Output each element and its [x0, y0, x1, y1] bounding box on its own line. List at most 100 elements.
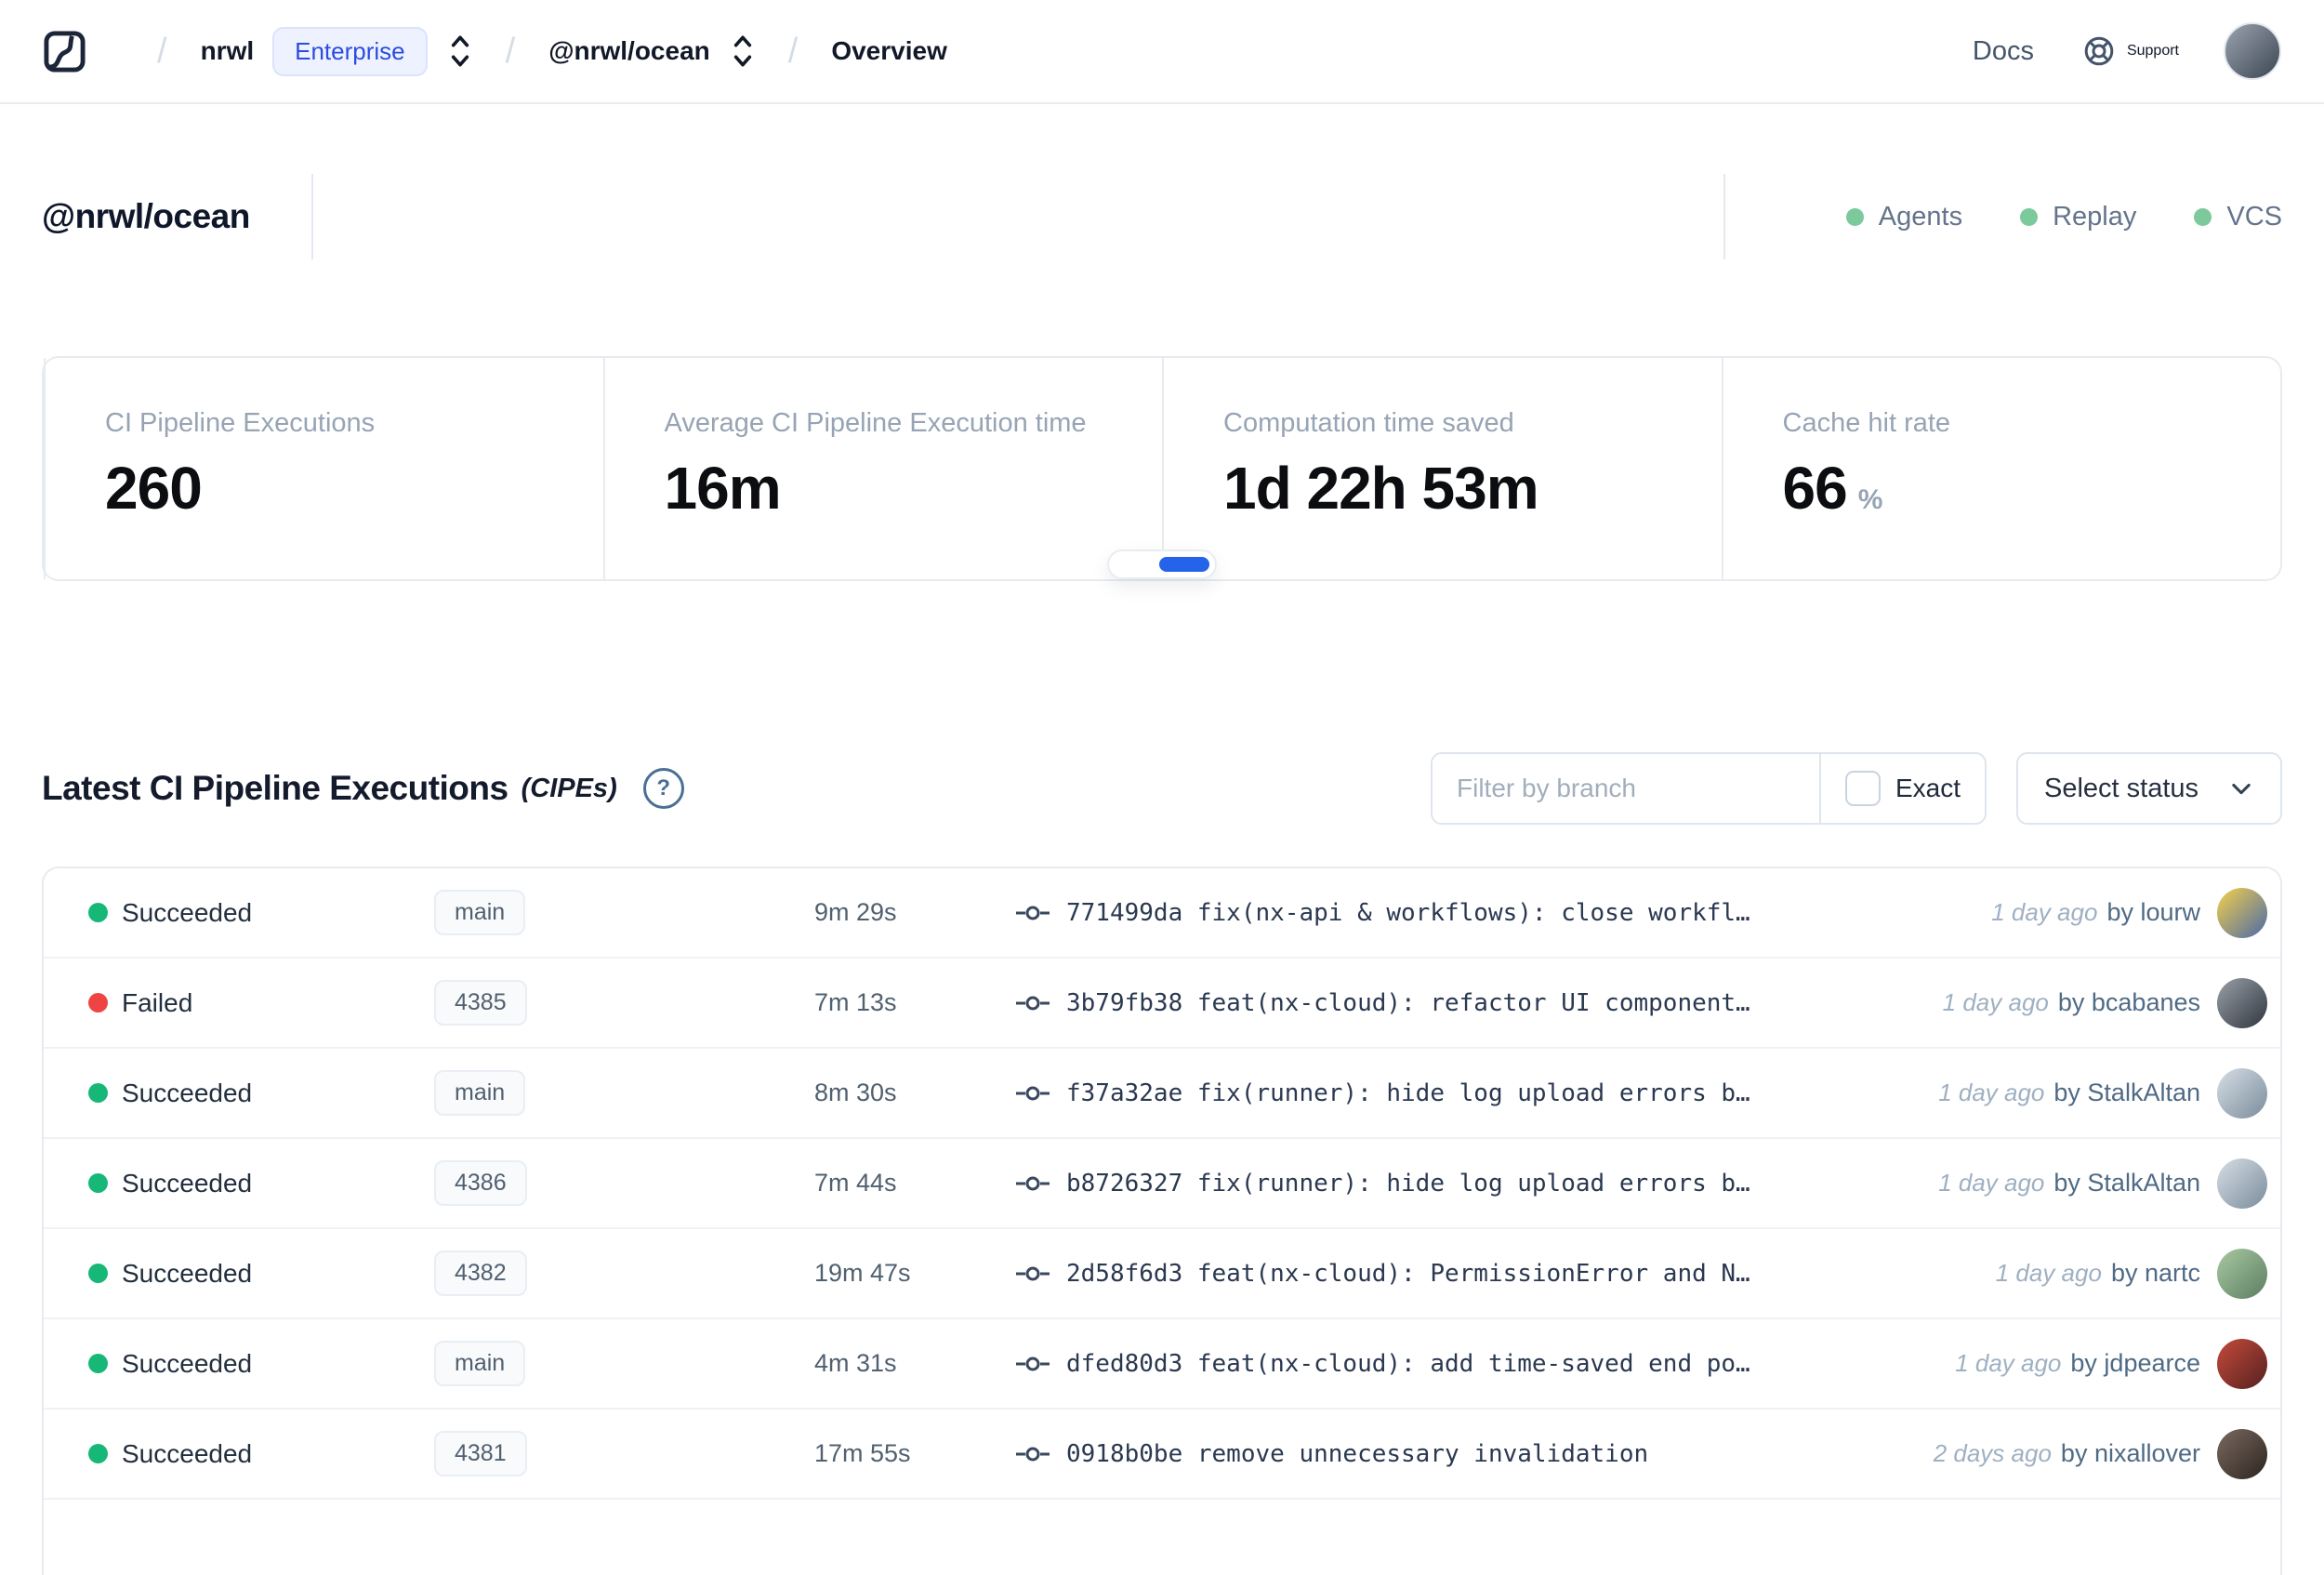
- status-select-label: Select status: [2044, 773, 2199, 803]
- cipe-time-ago: 1 day ago: [1995, 1259, 2102, 1287]
- date-range-toggle: [1107, 549, 1217, 579]
- author-avatar: [2217, 887, 2267, 938]
- feature-label: VCS: [2226, 201, 2282, 232]
- breadcrumb-workspace[interactable]: @nrwl/ocean: [548, 36, 710, 66]
- cipe-time-ago: 1 day ago: [1942, 988, 2049, 1016]
- cipes-section-header: Latest CI Pipeline Executions (CIPEs) ? …: [42, 751, 2282, 826]
- branch-badge: 4382: [434, 1251, 527, 1296]
- git-commit-icon: [1016, 1266, 1050, 1280]
- cipe-author: by jdpearce: [2070, 1349, 2200, 1377]
- branch-filter-input[interactable]: [1433, 754, 1819, 823]
- status-dot-icon: [88, 1173, 108, 1193]
- breadcrumb-org[interactable]: nrwl: [201, 36, 255, 66]
- lifebuoy-icon: [2084, 36, 2114, 66]
- features-divider: [1723, 174, 1725, 259]
- commit-message: 2d58f6d3 feat(nx-cloud): PermissionError…: [1066, 1259, 1750, 1288]
- commit-message: f37a32ae fix(runner): hide log upload er…: [1066, 1079, 1750, 1107]
- cipe-row[interactable]: Failed 4385 7m 13s 3b79fb38 feat(nx-clou…: [44, 959, 2280, 1049]
- docs-link[interactable]: Docs: [1973, 36, 2034, 67]
- status-dot-icon: [88, 1354, 108, 1373]
- cipe-row[interactable]: Succeeded main 9m 29s 771499da fix(nx-ap…: [44, 868, 2280, 959]
- commit-message: 0918b0be remove unnecessary invalidation: [1066, 1439, 1649, 1468]
- branch-filter-group: Exact: [1431, 752, 1987, 825]
- cipes-title: Latest CI Pipeline Executions: [42, 769, 508, 807]
- exact-checkbox[interactable]: [1844, 771, 1881, 806]
- status-dot-icon: [88, 1444, 108, 1463]
- feature-label: Agents: [1878, 201, 1963, 232]
- cipe-duration: 17m 55s: [814, 1439, 911, 1467]
- feature-status-dot-icon: [2020, 207, 2039, 226]
- branch-badge: main: [434, 1070, 526, 1116]
- feature-indicator[interactable]: VCS: [2194, 202, 2282, 232]
- workspace-title: @nrwl/ocean: [42, 197, 250, 235]
- user-avatar[interactable]: [2224, 22, 2281, 80]
- author-avatar: [2217, 1248, 2267, 1299]
- cipe-row[interactable]: Succeeded 4382 19m 47s 2d58f6d3 feat(nx-…: [44, 1229, 2280, 1319]
- date-range-option[interactable]: [1159, 557, 1209, 572]
- breadcrumb-page: Overview: [831, 36, 947, 65]
- cipe-time-ago: 1 day ago: [1991, 898, 2098, 926]
- branch-column: main: [434, 1070, 814, 1116]
- cipe-status: Failed: [122, 987, 193, 1017]
- branch-column: 4385: [434, 980, 814, 1026]
- status-dot-icon: [88, 993, 108, 1012]
- commit-cell: 3b79fb38 feat(nx-cloud): refactor UI com…: [1016, 989, 1921, 1017]
- feature-status-dot-icon: [1845, 207, 1864, 226]
- cipe-duration: 7m 13s: [814, 988, 897, 1016]
- author-avatar: [2217, 1158, 2267, 1209]
- branch-column: main: [434, 890, 814, 935]
- cipe-row[interactable]: Succeeded 4381 17m 55s 0918b0be remove u…: [44, 1410, 2280, 1500]
- cipe-meta: 1 day ago by StalkAltan: [1938, 1158, 2267, 1209]
- branch-column: main: [434, 1341, 814, 1386]
- stat-label: Computation time saved: [1223, 408, 1514, 438]
- stats-card-strip: CI Pipeline Executions 260 Average CI Pi…: [42, 356, 2282, 581]
- feature-indicator[interactable]: Replay: [2020, 202, 2136, 232]
- stat-card: Cache hit rate 66%: [1721, 358, 2281, 579]
- chevron-down-icon: [2232, 783, 2251, 795]
- git-commit-icon: [1016, 1086, 1050, 1100]
- git-commit-icon: [1016, 996, 1050, 1010]
- feature-indicator[interactable]: Agents: [1845, 201, 1963, 232]
- branch-column: 4381: [434, 1431, 814, 1476]
- commit-cell: 0918b0be remove unnecessary invalidation: [1016, 1440, 1911, 1468]
- stat-unit: %: [1857, 484, 1883, 515]
- cipe-duration: 19m 47s: [814, 1259, 911, 1287]
- breadcrumb-separator: /: [787, 31, 799, 71]
- git-commit-icon: [1016, 906, 1050, 920]
- plan-badge[interactable]: Enterprise: [272, 26, 428, 76]
- cipe-status: Succeeded: [122, 897, 253, 927]
- cipe-row[interactable]: Succeeded 4386 7m 44s b8726327 fix(runne…: [44, 1139, 2280, 1229]
- stat-value: 1d 22h 53m: [1223, 455, 1539, 522]
- cipe-meta: 1 day ago by StalkAltan: [1938, 1067, 2267, 1118]
- workspace-header: @nrwl/ocean Agents Replay VCS: [42, 174, 2282, 259]
- cipe-meta: 1 day ago by bcabanes: [1942, 977, 2267, 1028]
- nx-logo-icon[interactable]: [43, 30, 86, 73]
- stat-card: Average CI Pipeline Execution time 16m: [602, 358, 1163, 579]
- cipe-meta: 2 days ago by nixallover: [1934, 1428, 2267, 1479]
- help-icon[interactable]: ?: [642, 768, 684, 809]
- branch-badge: 4381: [434, 1431, 527, 1476]
- stat-card: CI Pipeline Executions 260: [44, 358, 603, 579]
- author-avatar: [2217, 977, 2267, 1028]
- date-range-option[interactable]: [1115, 557, 1159, 572]
- org-switcher-chevrons-icon[interactable]: [448, 33, 472, 70]
- stat-value: 66%: [1782, 455, 1883, 522]
- git-commit-icon: [1016, 1176, 1050, 1190]
- cipe-row[interactable]: Succeeded main 8m 30s f37a32ae fix(runne…: [44, 1049, 2280, 1139]
- cipe-author: by nixallover: [2060, 1439, 2200, 1467]
- commit-message: b8726327 fix(runner): hide log upload er…: [1066, 1169, 1750, 1198]
- cipe-meta: 1 day ago by lourw: [1991, 887, 2267, 938]
- cipe-author: by StalkAltan: [2053, 1169, 2200, 1197]
- cipe-row[interactable]: Succeeded main 4m 31s dfed80d3 feat(nx-c…: [44, 1319, 2280, 1410]
- support-label: Support: [2126, 43, 2179, 59]
- feature-label: Replay: [2053, 201, 2137, 232]
- support-link[interactable]: Support: [2082, 34, 2179, 68]
- branch-badge: 4385: [434, 980, 527, 1026]
- stat-label: Cache hit rate: [1782, 408, 1951, 438]
- cipes-subtitle: (CIPEs): [521, 773, 617, 803]
- cipe-duration: 4m 31s: [814, 1349, 897, 1377]
- status-select[interactable]: Select status: [2016, 752, 2282, 825]
- workspace-switcher-chevrons-icon[interactable]: [731, 33, 755, 70]
- cipe-status: Succeeded: [122, 1348, 253, 1378]
- commit-cell: f37a32ae fix(runner): hide log upload er…: [1016, 1079, 1916, 1107]
